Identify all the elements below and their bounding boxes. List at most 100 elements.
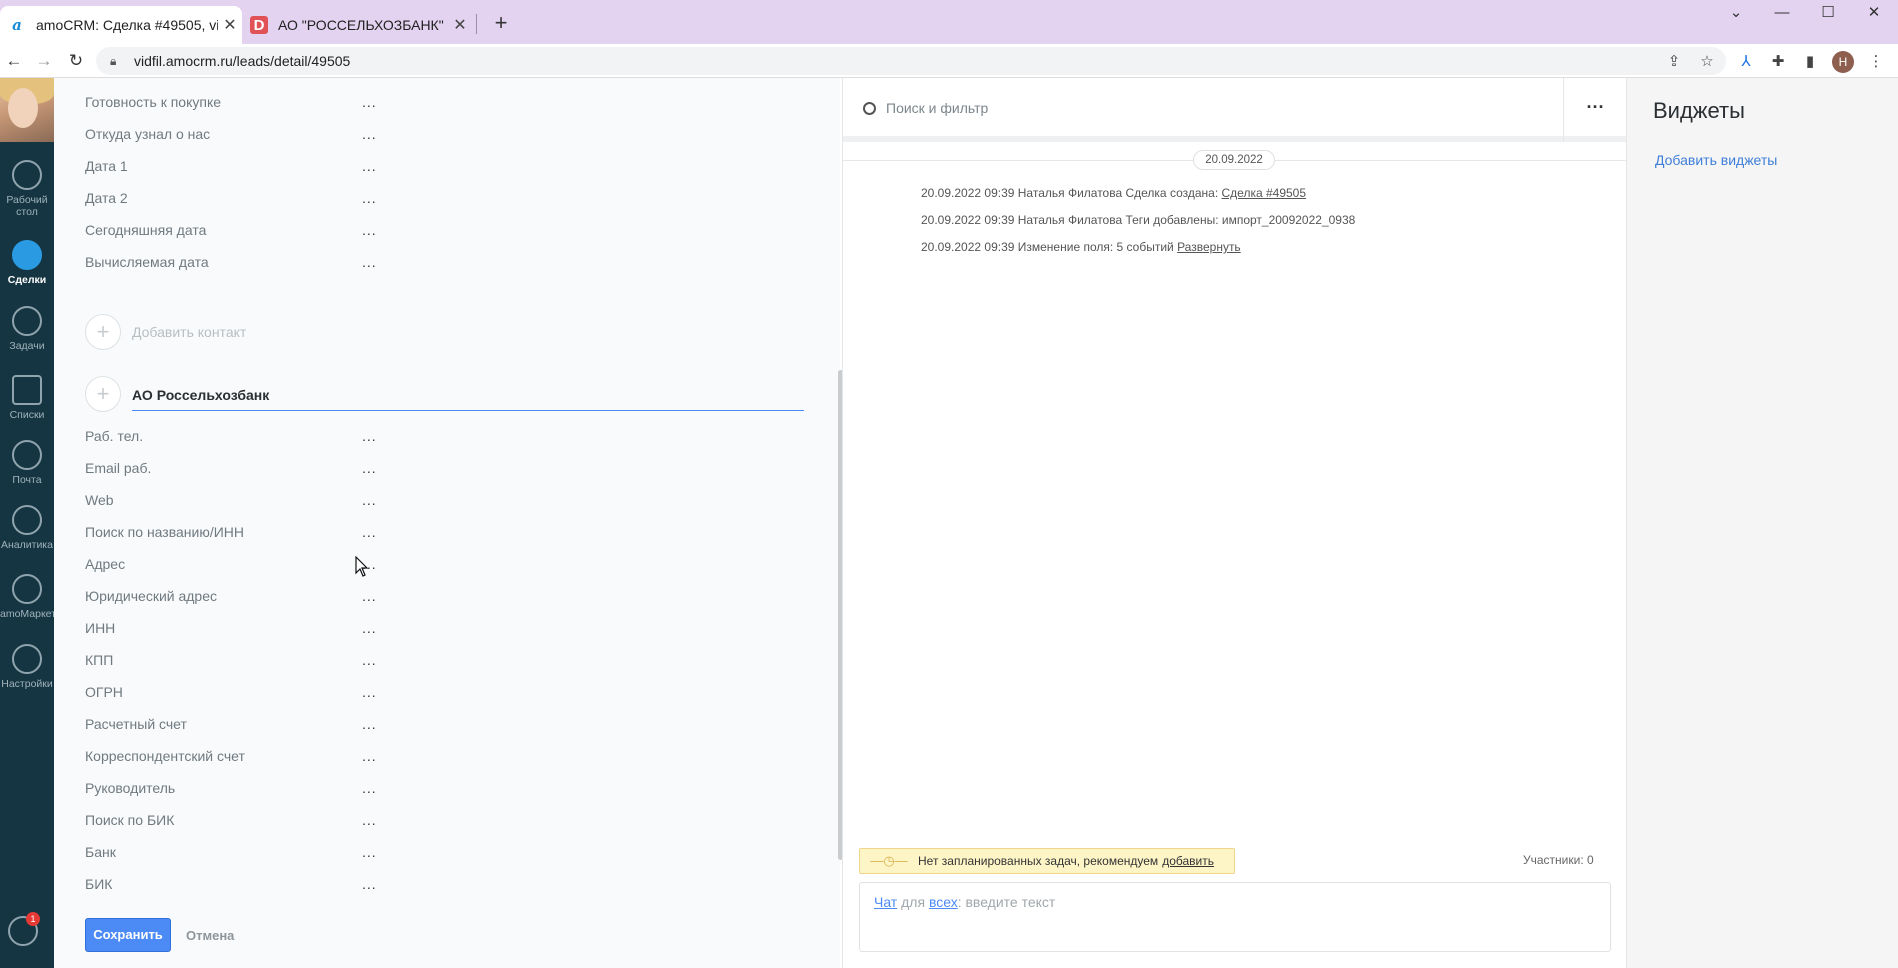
- deal-link[interactable]: Сделка #49505: [1222, 186, 1307, 200]
- add-task-link[interactable]: добавить: [1162, 854, 1214, 868]
- chevron-down-icon[interactable]: ⌄: [1713, 2, 1759, 24]
- field-value[interactable]: ...: [362, 876, 377, 892]
- nav-deals[interactable]: Сделки: [0, 240, 54, 286]
- field-value[interactable]: ...: [362, 190, 377, 206]
- field-label: Сегодняшняя дата: [85, 222, 207, 238]
- nav-market[interactable]: amoМаркет: [0, 574, 56, 620]
- field-value[interactable]: ...: [362, 524, 377, 540]
- field-label: Банк: [85, 844, 116, 860]
- new-tab-icon[interactable]: +: [486, 8, 516, 38]
- field-row[interactable]: БИК...: [85, 876, 805, 896]
- field-row[interactable]: Сегодняшняя дата...: [85, 222, 805, 242]
- field-value[interactable]: ...: [362, 222, 377, 238]
- company-name-input[interactable]: АО Россельхозбанк: [132, 377, 804, 411]
- plus-icon[interactable]: +: [85, 376, 121, 412]
- field-value[interactable]: ...: [362, 844, 377, 860]
- field-value[interactable]: ...: [362, 158, 377, 174]
- nav-analytics[interactable]: Аналитика: [0, 505, 54, 551]
- field-value[interactable]: ...: [362, 780, 377, 796]
- lists-icon: [12, 375, 42, 405]
- participants-count[interactable]: Участники: 0: [1523, 853, 1594, 867]
- field-row[interactable]: Вычисляемая дата...: [85, 254, 805, 274]
- tab-amocrm[interactable]: a amoCRM: Сделка #49505, vidfil ✕: [0, 6, 242, 44]
- field-row[interactable]: Адрес...: [85, 556, 805, 576]
- expand-link[interactable]: Развернуть: [1177, 240, 1241, 254]
- close-tab-icon[interactable]: ✕: [218, 15, 242, 35]
- field-label: ИНН: [85, 620, 116, 636]
- chat-recipients-link[interactable]: всех: [929, 894, 958, 910]
- field-row[interactable]: Дата 2...: [85, 190, 805, 210]
- star-icon[interactable]: ☆: [1697, 52, 1717, 72]
- tab-title: amoCRM: Сделка #49505, vidfil: [36, 17, 218, 33]
- back-icon[interactable]: ←: [2, 50, 26, 72]
- field-value[interactable]: ...: [362, 620, 377, 636]
- profile-avatar[interactable]: Н: [1832, 51, 1854, 73]
- extensions-icon[interactable]: ✚: [1768, 52, 1788, 72]
- field-row[interactable]: Расчетный счет...: [85, 716, 805, 736]
- field-value[interactable]: ...: [362, 652, 377, 668]
- dashboard-icon: [12, 160, 42, 190]
- field-value[interactable]: ...: [362, 428, 377, 444]
- reload-icon[interactable]: ↻: [64, 50, 88, 72]
- url-field[interactable]: 🔒︎ vidfil.amocrm.ru/leads/detail/49505: [96, 47, 1726, 75]
- field-row[interactable]: Банк...: [85, 844, 805, 864]
- nav-tasks[interactable]: Задачи: [0, 306, 54, 352]
- field-value[interactable]: ...: [362, 254, 377, 270]
- plus-icon: +: [85, 314, 121, 350]
- field-value[interactable]: ...: [362, 588, 377, 604]
- field-row[interactable]: ИНН...: [85, 620, 805, 640]
- field-row[interactable]: Email раб....: [85, 460, 805, 480]
- field-label: Web: [85, 492, 114, 508]
- add-contact-button[interactable]: + Добавить контакт: [85, 314, 246, 350]
- field-row[interactable]: Поиск по названию/ИНН...: [85, 524, 805, 544]
- search-filter[interactable]: Поиск и фильтр: [863, 100, 988, 116]
- field-row[interactable]: Корреспондентский счет...: [85, 748, 805, 768]
- nav-label: Настройки: [1, 678, 53, 690]
- share-icon[interactable]: ⇪: [1664, 52, 1684, 72]
- field-row[interactable]: Дата 1...: [85, 158, 805, 178]
- chat-type-link[interactable]: Чат: [874, 894, 897, 910]
- search-icon: [863, 101, 876, 115]
- field-row[interactable]: ОГРН...: [85, 684, 805, 704]
- close-tab-icon[interactable]: ✕: [448, 15, 472, 35]
- sidebar-icon[interactable]: ▮: [1800, 52, 1820, 72]
- maximize-icon[interactable]: ☐: [1805, 2, 1851, 24]
- field-row[interactable]: Руководитель...: [85, 780, 805, 800]
- field-row[interactable]: Web...: [85, 492, 805, 512]
- nav-mail[interactable]: Почта: [0, 440, 54, 486]
- close-window-icon[interactable]: ✕: [1851, 2, 1897, 24]
- settings-icon: [12, 644, 42, 674]
- field-value[interactable]: ...: [362, 492, 377, 508]
- field-value[interactable]: ...: [362, 748, 377, 764]
- field-row[interactable]: Раб. тел....: [85, 428, 805, 448]
- cancel-button[interactable]: Отмена: [186, 928, 234, 943]
- field-value[interactable]: ...: [362, 94, 377, 110]
- nav-lists[interactable]: Списки: [0, 375, 54, 421]
- field-row[interactable]: КПП...: [85, 652, 805, 672]
- acrobat-icon[interactable]: ⅄: [1736, 52, 1756, 72]
- field-value[interactable]: ...: [362, 126, 377, 142]
- field-row[interactable]: Юридический адрес...: [85, 588, 805, 608]
- tab-bank[interactable]: D АО "РОССЕЛЬХОЗБАНК" ✕: [242, 6, 472, 44]
- field-value[interactable]: ...: [362, 460, 377, 476]
- field-label: Откуда узнал о нас: [85, 126, 211, 142]
- menu-dots-icon[interactable]: ⋮: [1866, 52, 1886, 72]
- field-row[interactable]: Поиск по БИК...: [85, 812, 805, 832]
- field-label: Юридический адрес: [85, 588, 218, 604]
- mail-icon: [12, 440, 42, 470]
- chat-input[interactable]: Чат для всех: введите текст: [859, 882, 1611, 952]
- nav-dashboard[interactable]: Рабочий стол: [0, 160, 54, 218]
- nav-settings[interactable]: Настройки: [0, 644, 54, 690]
- minimize-icon[interactable]: —: [1759, 2, 1805, 24]
- field-row[interactable]: Откуда узнал о нас...: [85, 126, 805, 146]
- field-value[interactable]: ...: [362, 716, 377, 732]
- field-value[interactable]: ...: [362, 684, 377, 700]
- more-menu-button[interactable]: ···: [1563, 78, 1627, 142]
- user-avatar[interactable]: [0, 78, 54, 142]
- chat-for-text: для: [897, 894, 929, 910]
- forward-icon[interactable]: →: [32, 50, 56, 72]
- field-value[interactable]: ...: [362, 812, 377, 828]
- field-row[interactable]: Готовность к покупке...: [85, 94, 805, 114]
- add-widgets-link[interactable]: Добавить виджеты: [1655, 152, 1777, 168]
- save-button[interactable]: Сохранить: [85, 918, 171, 952]
